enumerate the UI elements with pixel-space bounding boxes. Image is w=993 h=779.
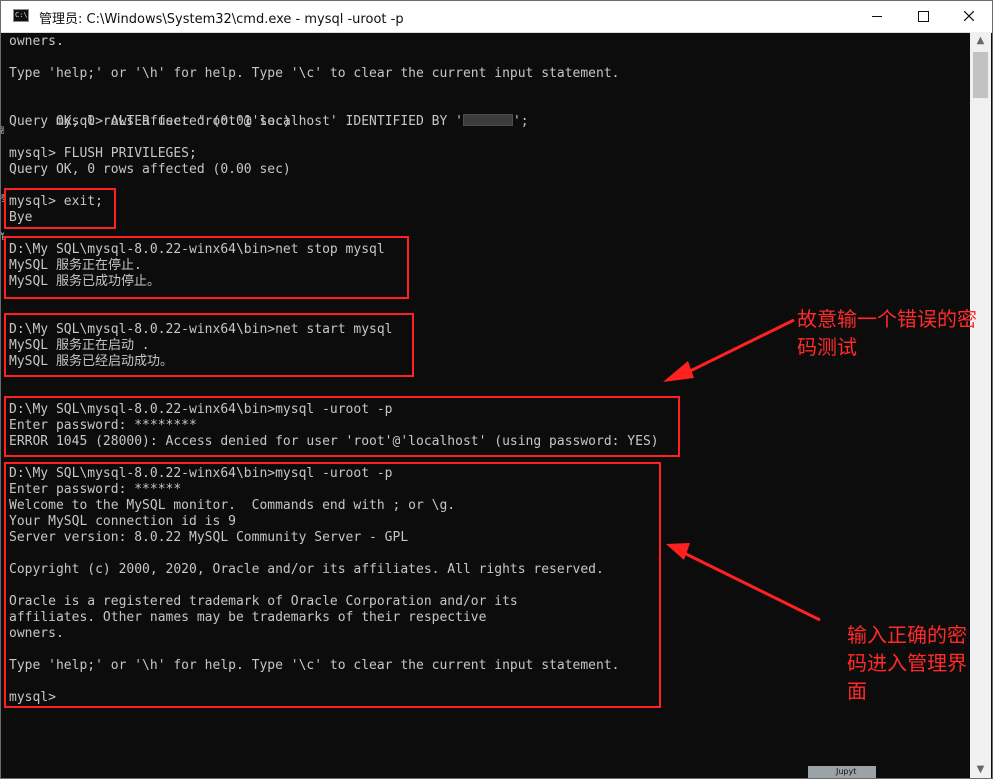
window-title: 管理员: C:\Windows\System32\cmd.exe - mysql… xyxy=(39,12,404,27)
terminal-line: affiliates. Other names may be trademark… xyxy=(9,610,487,625)
scroll-down-arrow-icon[interactable]: ▼ xyxy=(970,761,991,778)
cmd-app-icon[interactable]: C:\ xyxy=(13,9,29,22)
terminal-line: D:\My SQL\mysql-8.0.22-winx64\bin>mysql … xyxy=(9,466,393,481)
terminal-line: MySQL 服务正在停止. xyxy=(9,258,142,273)
terminal-line: mysql> FLUSH PRIVILEGES; xyxy=(9,146,197,161)
terminal-line-suffix: '; xyxy=(512,114,529,129)
terminal-line: Type 'help;' or '\h' for help. Type '\c'… xyxy=(9,658,620,673)
terminal-line: D:\My SQL\mysql-8.0.22-winx64\bin>mysql … xyxy=(9,402,393,417)
terminal-line: MySQL 服务正在启动 . xyxy=(9,338,150,353)
vertical-scrollbar[interactable]: ▲ ▼ xyxy=(970,32,991,778)
close-x-glyph xyxy=(964,11,974,21)
terminal-line: Copyright (c) 2000, 2020, Oracle and/or … xyxy=(9,562,604,577)
edge-fragment: 管 xyxy=(0,232,4,242)
minimize-icon[interactable] xyxy=(854,1,900,31)
wrong-password-annotation: 故意输一个错误的密 码测试 xyxy=(797,307,977,359)
scroll-up-arrow-icon[interactable]: ▲ xyxy=(970,32,991,49)
terminal-line: Type 'help;' or '\h' for help. Type '\c'… xyxy=(9,66,620,81)
correct-password-annotation: 输入正确的密 码进入管理界 面 xyxy=(847,623,967,703)
scroll-thumb[interactable] xyxy=(973,52,988,98)
window-controls xyxy=(854,1,992,31)
terminal-line: D:\My SQL\mysql-8.0.22-winx64\bin>net st… xyxy=(9,322,393,337)
terminal-line: D:\My SQL\mysql-8.0.22-winx64\bin>net st… xyxy=(9,242,385,257)
terminal-line: MySQL 服务已经启动成功。 xyxy=(9,354,173,369)
terminal-line: Server version: 8.0.22 MySQL Community S… xyxy=(9,530,409,545)
terminal-line: Your MySQL connection id is 9 xyxy=(9,514,236,529)
terminal-line: Query OK, 0 rows affected (0.01 sec) xyxy=(9,114,291,129)
close-icon[interactable] xyxy=(946,1,992,31)
terminal-line: ERROR 1045 (28000): Access denied for us… xyxy=(9,434,659,449)
terminal-line: Enter password: ******** xyxy=(9,418,197,433)
redacted-password-block xyxy=(462,114,513,126)
terminal-line: mysql> exit; xyxy=(9,194,103,209)
terminal-line-alter-user: mysql> ALTER user 'root'@'localhost' IDE… xyxy=(9,98,529,129)
terminal-line: owners. xyxy=(9,34,64,49)
title-bar[interactable]: C:\ 管理员: C:\Windows\System32\cmd.exe - m… xyxy=(1,1,992,33)
terminal-output[interactable]: owners. Type 'help;' or '\h' for help. T… xyxy=(1,32,971,778)
maximize-icon[interactable] xyxy=(900,1,946,31)
cmd-window: C:\ 管理员: C:\Windows\System32\cmd.exe - m… xyxy=(0,0,993,779)
terminal-line: Query OK, 0 rows affected (0.00 sec) xyxy=(9,162,291,177)
terminal-line: Bye xyxy=(9,210,33,225)
edge-fragment: 器 xyxy=(0,126,4,136)
terminal-line: MySQL 服务已成功停止。 xyxy=(9,274,160,289)
terminal-line: Enter password: ****** xyxy=(9,482,182,497)
terminal-line-prompt: mysql> xyxy=(9,690,56,705)
terminal-line: owners. xyxy=(9,626,64,641)
taskbar-fragment: Jupyt xyxy=(808,766,876,778)
terminal-line: Welcome to the MySQL monitor. Commands e… xyxy=(9,498,456,513)
edge-fragment: 参 xyxy=(0,194,4,204)
terminal-line: Oracle is a registered trademark of Orac… xyxy=(9,594,518,609)
